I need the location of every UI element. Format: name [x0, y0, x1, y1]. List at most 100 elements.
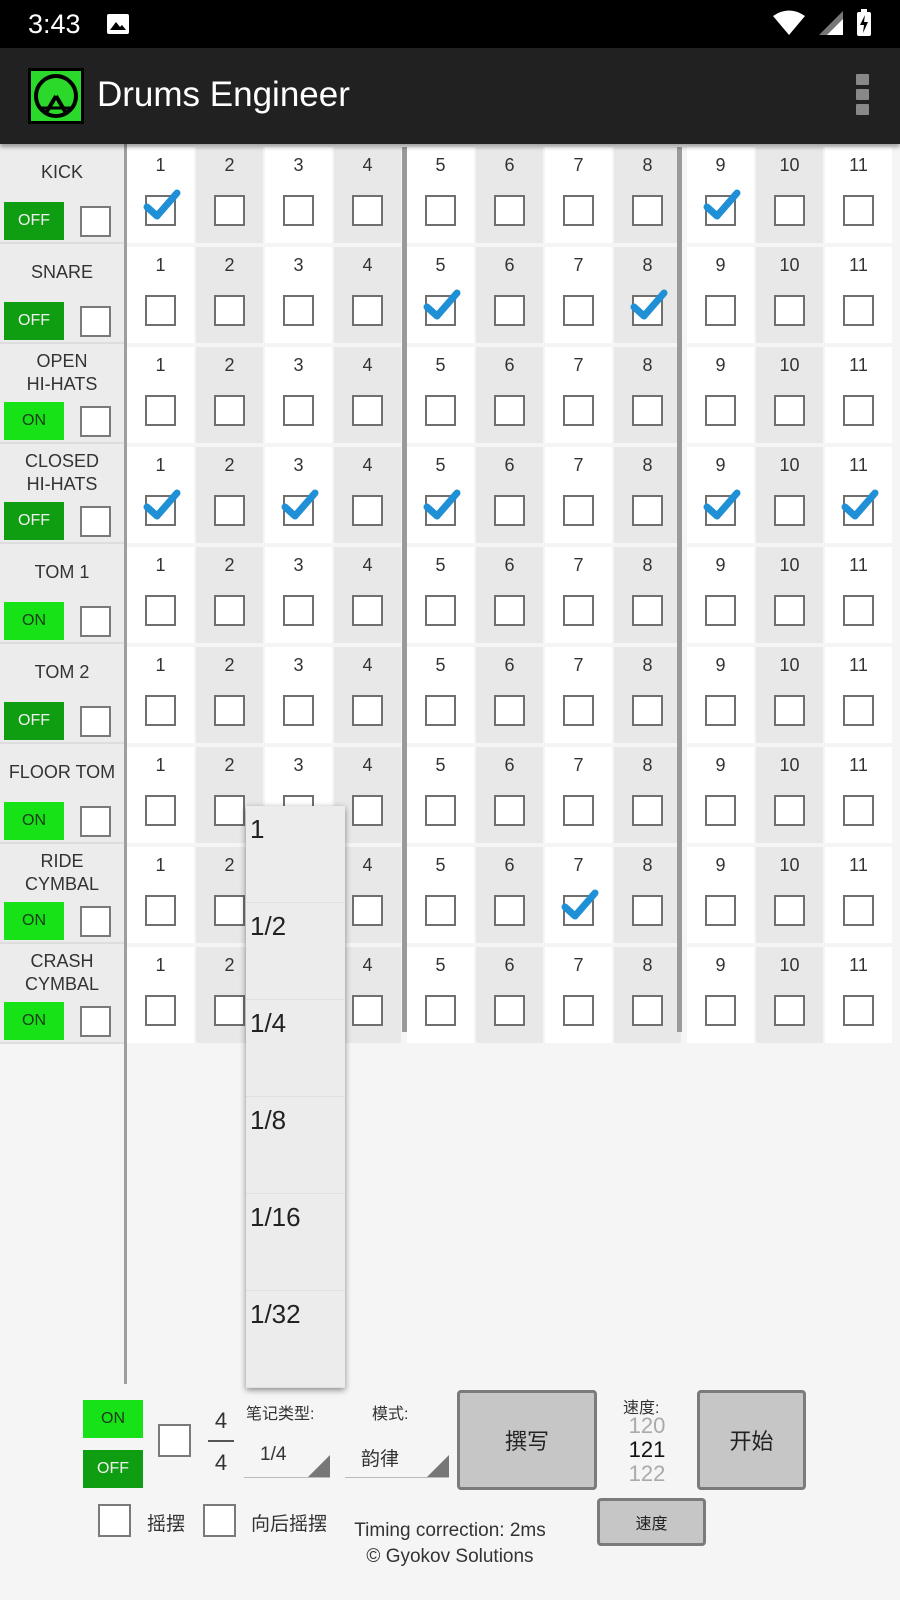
step-checkbox[interactable]: [843, 895, 874, 926]
mode-spinner[interactable]: 韵律: [345, 1436, 449, 1478]
track-select-checkbox[interactable]: [80, 1006, 111, 1037]
track-select-checkbox[interactable]: [80, 806, 111, 837]
step-checkbox[interactable]: [352, 495, 383, 526]
step-checkbox[interactable]: [705, 995, 736, 1026]
all-off-button[interactable]: OFF: [83, 1450, 143, 1488]
step-checkbox[interactable]: [563, 495, 594, 526]
step-checkbox[interactable]: [352, 695, 383, 726]
step-checkbox[interactable]: [705, 695, 736, 726]
track-toggle-button[interactable]: OFF: [4, 302, 64, 340]
step-checkbox[interactable]: [352, 595, 383, 626]
step-checkbox[interactable]: [563, 595, 594, 626]
track-select-checkbox[interactable]: [80, 206, 111, 237]
step-checkbox[interactable]: [632, 695, 663, 726]
step-checkbox[interactable]: [774, 795, 805, 826]
dropdown-option[interactable]: 1: [246, 806, 345, 903]
dropdown-option[interactable]: 1/32: [246, 1291, 345, 1388]
track-toggle-button[interactable]: ON: [4, 1002, 64, 1040]
step-checkbox[interactable]: [352, 195, 383, 226]
track-select-checkbox[interactable]: [80, 406, 111, 437]
step-checkbox[interactable]: [214, 495, 245, 526]
step-checkbox[interactable]: [563, 795, 594, 826]
step-checkbox[interactable]: [425, 195, 456, 226]
dropdown-option[interactable]: 1/8: [246, 1097, 345, 1194]
step-checkbox[interactable]: [283, 395, 314, 426]
step-checkbox[interactable]: [705, 395, 736, 426]
step-checkbox[interactable]: [494, 395, 525, 426]
step-checkbox[interactable]: [214, 195, 245, 226]
step-checkbox[interactable]: [425, 995, 456, 1026]
step-checkbox[interactable]: [494, 495, 525, 526]
step-checkbox[interactable]: [214, 995, 245, 1026]
step-checkbox[interactable]: [283, 695, 314, 726]
track-toggle-button[interactable]: OFF: [4, 202, 64, 240]
step-checkbox[interactable]: [774, 195, 805, 226]
step-checkbox[interactable]: [774, 895, 805, 926]
step-checkbox[interactable]: [632, 995, 663, 1026]
step-checkbox[interactable]: [563, 695, 594, 726]
track-select-checkbox[interactable]: [80, 306, 111, 337]
step-checkbox[interactable]: [425, 795, 456, 826]
step-checkbox[interactable]: [494, 695, 525, 726]
step-checkbox[interactable]: [214, 695, 245, 726]
step-checkbox[interactable]: [494, 195, 525, 226]
step-checkbox[interactable]: [145, 995, 176, 1026]
track-toggle-button[interactable]: OFF: [4, 702, 64, 740]
start-button[interactable]: 开始: [697, 1390, 806, 1490]
step-checkbox[interactable]: [352, 995, 383, 1026]
step-checkbox[interactable]: [494, 795, 525, 826]
step-checkbox[interactable]: [145, 695, 176, 726]
step-checkbox[interactable]: [843, 995, 874, 1026]
step-checkbox[interactable]: [632, 595, 663, 626]
step-checkbox[interactable]: [705, 795, 736, 826]
step-checkbox[interactable]: [145, 895, 176, 926]
step-checkbox[interactable]: [774, 395, 805, 426]
step-checkbox[interactable]: [705, 895, 736, 926]
step-checkbox[interactable]: [494, 295, 525, 326]
track-toggle-button[interactable]: ON: [4, 802, 64, 840]
all-on-button[interactable]: ON: [83, 1400, 143, 1438]
step-checkbox[interactable]: [774, 995, 805, 1026]
tempo-picker[interactable]: 120 121 122: [622, 1414, 672, 1486]
step-checkbox[interactable]: [774, 595, 805, 626]
step-checkbox[interactable]: [843, 195, 874, 226]
step-checkbox[interactable]: [214, 795, 245, 826]
step-checkbox[interactable]: [283, 295, 314, 326]
step-checkbox[interactable]: [774, 295, 805, 326]
track-toggle-button[interactable]: ON: [4, 602, 64, 640]
step-checkbox[interactable]: [632, 395, 663, 426]
step-checkbox[interactable]: [632, 195, 663, 226]
step-checkbox[interactable]: [494, 895, 525, 926]
step-checkbox[interactable]: [843, 695, 874, 726]
track-select-checkbox[interactable]: [80, 906, 111, 937]
time-signature[interactable]: 4 4: [208, 1408, 234, 1476]
step-checkbox[interactable]: [494, 995, 525, 1026]
step-checkbox[interactable]: [352, 895, 383, 926]
step-checkbox[interactable]: [632, 495, 663, 526]
step-checkbox[interactable]: [632, 895, 663, 926]
step-checkbox[interactable]: [214, 895, 245, 926]
step-checkbox[interactable]: [705, 595, 736, 626]
step-checkbox[interactable]: [843, 595, 874, 626]
step-checkbox[interactable]: [425, 595, 456, 626]
track-select-checkbox[interactable]: [80, 706, 111, 737]
step-checkbox[interactable]: [843, 295, 874, 326]
step-checkbox[interactable]: [425, 395, 456, 426]
step-checkbox[interactable]: [283, 195, 314, 226]
step-checkbox[interactable]: [352, 795, 383, 826]
overflow-menu-icon[interactable]: [852, 74, 872, 118]
step-checkbox[interactable]: [494, 595, 525, 626]
step-checkbox[interactable]: [425, 695, 456, 726]
step-checkbox[interactable]: [214, 295, 245, 326]
track-toggle-button[interactable]: ON: [4, 402, 64, 440]
step-checkbox[interactable]: [563, 295, 594, 326]
dropdown-option[interactable]: 1/16: [246, 1194, 345, 1291]
track-toggle-button[interactable]: ON: [4, 902, 64, 940]
step-checkbox[interactable]: [145, 795, 176, 826]
step-checkbox[interactable]: [145, 595, 176, 626]
step-checkbox[interactable]: [705, 295, 736, 326]
step-checkbox[interactable]: [563, 995, 594, 1026]
step-checkbox[interactable]: [563, 395, 594, 426]
step-checkbox[interactable]: [843, 395, 874, 426]
track-toggle-button[interactable]: OFF: [4, 502, 64, 540]
